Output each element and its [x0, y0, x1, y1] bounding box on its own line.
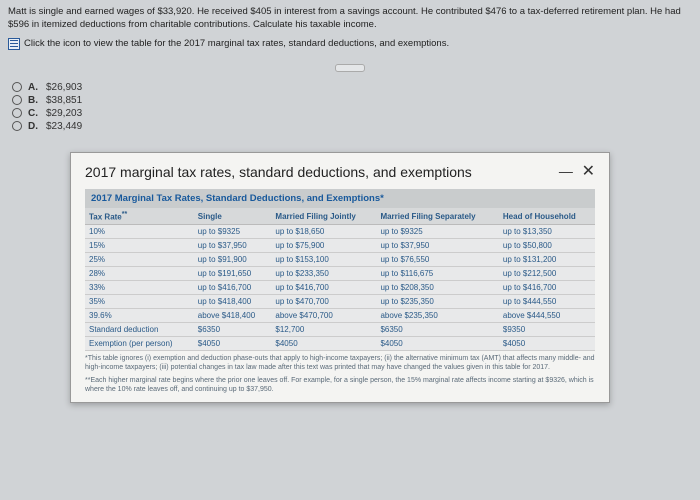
col-hoh: Head of Household	[499, 208, 595, 225]
table-row: Standard deduction$6350$12,700$6350$9350	[85, 323, 595, 337]
table-cell: up to $416,700	[194, 281, 272, 295]
table-cell: up to $233,350	[271, 267, 376, 281]
col-joint: Married Filing Jointly	[271, 208, 376, 225]
table-cell: up to $18,650	[271, 225, 376, 239]
table-cell: up to $444,550	[499, 295, 595, 309]
footnote-1: *This table ignores (i) exemption and de…	[85, 355, 595, 373]
option-b-value: $38,851	[46, 95, 82, 106]
table-cell: above $470,700	[271, 309, 376, 323]
table-cell: 10%	[85, 225, 194, 239]
table-cell: up to $37,950	[376, 239, 498, 253]
option-d-value: $23,449	[46, 121, 82, 132]
table-cell: up to $37,950	[194, 239, 272, 253]
table-link-text[interactable]: Click the icon to view the table for the…	[24, 38, 449, 49]
table-cell: $4050	[499, 337, 595, 351]
table-cell: up to $9325	[376, 225, 498, 239]
close-icon[interactable]: ✕	[582, 163, 595, 180]
table-row: 35%up to $418,400up to $470,700up to $23…	[85, 295, 595, 309]
radio-icon[interactable]	[12, 82, 22, 92]
table-cell: 35%	[85, 295, 194, 309]
col-single: Single	[194, 208, 272, 225]
table-row: 33%up to $416,700up to $416,700up to $20…	[85, 281, 595, 295]
table-cell: $9350	[499, 323, 595, 337]
table-row: 10%up to $9325up to $18,650up to $9325up…	[85, 225, 595, 239]
table-cell: up to $235,350	[376, 295, 498, 309]
table-row: 39.6%above $418,400above $470,700above $…	[85, 309, 595, 323]
table-cell: 39.6%	[85, 309, 194, 323]
table-cell: 15%	[85, 239, 194, 253]
problem-text: Matt is single and earned wages of $33,9…	[8, 6, 692, 32]
table-cell: Exemption (per person)	[85, 337, 194, 351]
table-cell: $6350	[376, 323, 498, 337]
table-icon[interactable]	[8, 38, 20, 50]
table-cell: up to $76,550	[376, 253, 498, 267]
footnote-2: **Each higher marginal rate begins where…	[85, 377, 595, 395]
minimize-icon[interactable]: —	[559, 163, 573, 179]
table-cell: Standard deduction	[85, 323, 194, 337]
table-subhead: 2017 Marginal Tax Rates, Standard Deduct…	[85, 189, 595, 208]
radio-icon[interactable]	[12, 108, 22, 118]
option-c-value: $29,203	[46, 108, 82, 119]
table-cell: above $235,350	[376, 309, 498, 323]
option-d[interactable]: D. $23,449	[12, 121, 692, 132]
option-d-label: D.	[28, 121, 38, 132]
table-cell: up to $191,650	[194, 267, 272, 281]
table-cell: 25%	[85, 253, 194, 267]
table-cell: up to $418,400	[194, 295, 272, 309]
option-a[interactable]: A. $26,903	[12, 82, 692, 93]
table-cell: above $418,400	[194, 309, 272, 323]
table-cell: up to $116,675	[376, 267, 498, 281]
table-cell: up to $131,200	[499, 253, 595, 267]
table-row: Exemption (per person)$4050$4050$4050$40…	[85, 337, 595, 351]
table-cell: $12,700	[271, 323, 376, 337]
table-cell: up to $416,700	[271, 281, 376, 295]
option-a-value: $26,903	[46, 82, 82, 93]
option-c-label: C.	[28, 108, 38, 119]
option-b-label: B.	[28, 95, 38, 106]
table-cell: 33%	[85, 281, 194, 295]
table-cell: up to $50,800	[499, 239, 595, 253]
tax-table-modal: 2017 marginal tax rates, standard deduct…	[70, 152, 610, 404]
table-cell: up to $208,350	[376, 281, 498, 295]
table-cell: up to $9325	[194, 225, 272, 239]
tax-rate-table: Tax Rate** Single Married Filing Jointly…	[85, 208, 595, 352]
option-b[interactable]: B. $38,851	[12, 95, 692, 106]
option-c[interactable]: C. $29,203	[12, 108, 692, 119]
table-cell: up to $153,100	[271, 253, 376, 267]
col-sep: Married Filing Separately	[376, 208, 498, 225]
radio-icon[interactable]	[12, 121, 22, 131]
table-cell: up to $75,900	[271, 239, 376, 253]
table-cell: up to $470,700	[271, 295, 376, 309]
table-row: 15%up to $37,950up to $75,900up to $37,9…	[85, 239, 595, 253]
table-cell: $4050	[271, 337, 376, 351]
table-cell: 28%	[85, 267, 194, 281]
table-row: 28%up to $191,650up to $233,350up to $11…	[85, 267, 595, 281]
radio-icon[interactable]	[12, 95, 22, 105]
modal-title: 2017 marginal tax rates, standard deduct…	[85, 163, 480, 181]
table-cell: up to $212,500	[499, 267, 595, 281]
answer-options: A. $26,903 B. $38,851 C. $29,203 D. $23,…	[8, 82, 692, 132]
table-cell: above $444,550	[499, 309, 595, 323]
table-cell: up to $91,900	[194, 253, 272, 267]
col-rate: Tax Rate**	[85, 208, 194, 225]
table-cell: up to $13,350	[499, 225, 595, 239]
page-divider	[335, 64, 365, 72]
table-cell: $6350	[194, 323, 272, 337]
table-cell: up to $416,700	[499, 281, 595, 295]
table-cell: $4050	[376, 337, 498, 351]
table-cell: $4050	[194, 337, 272, 351]
table-row: 25%up to $91,900up to $153,100up to $76,…	[85, 253, 595, 267]
option-a-label: A.	[28, 82, 38, 93]
